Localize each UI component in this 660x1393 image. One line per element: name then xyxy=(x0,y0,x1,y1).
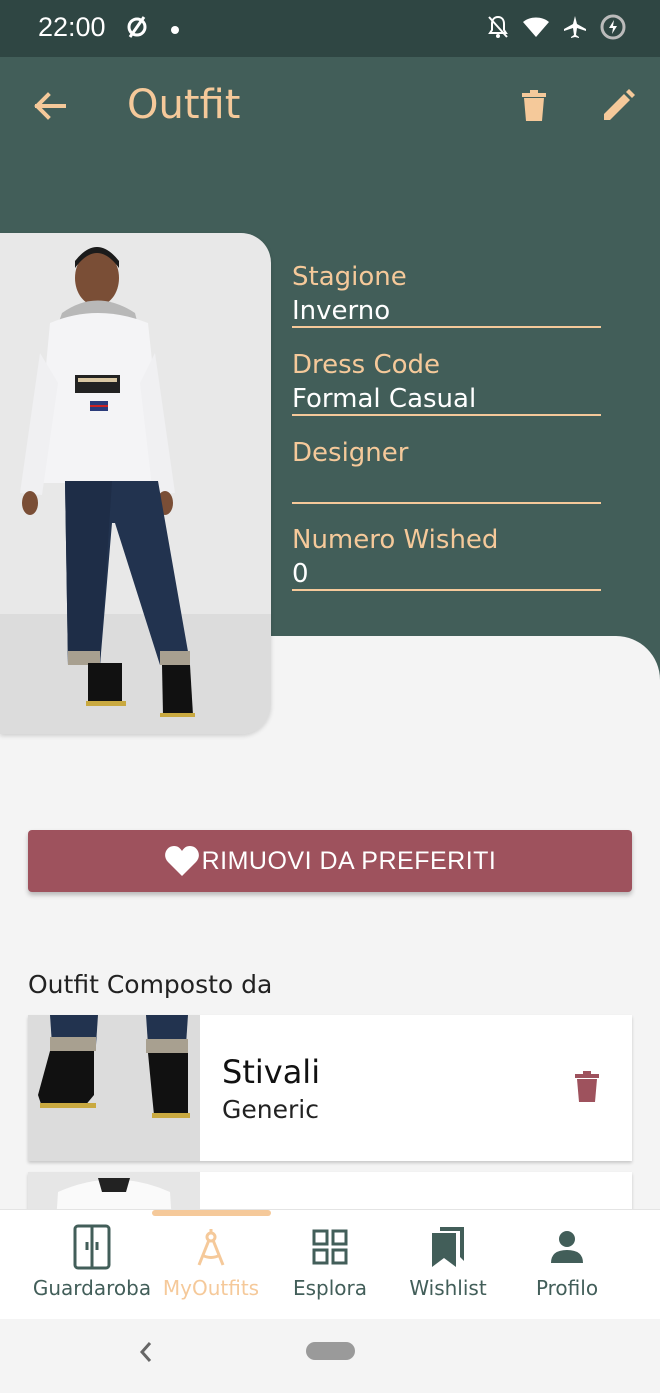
stagione-value: Inverno xyxy=(292,296,391,326)
model-illustration xyxy=(20,247,195,717)
arrow-left-icon xyxy=(34,92,66,124)
numero-wished-value: 0 xyxy=(292,559,309,589)
bottom-navigation: Guardaroba MyOutfits Esplora Wishlist Pr… xyxy=(0,1209,660,1319)
notification-dot-icon xyxy=(170,20,180,39)
person-icon xyxy=(545,1224,589,1270)
grid-icon xyxy=(308,1224,352,1270)
nav-item-wishlist[interactable]: Wishlist xyxy=(383,1224,513,1304)
numero-wished-label: Numero Wished xyxy=(292,525,499,555)
designer-field[interactable]: Designer xyxy=(292,438,601,504)
wifi-icon xyxy=(522,15,550,43)
item-name: Stivali xyxy=(222,1053,321,1091)
status-bar: 22:00 xyxy=(0,0,660,57)
wardrobe-icon xyxy=(70,1224,114,1270)
remove-favorite-label: RIMUOVI DA PREFERITI xyxy=(201,846,497,875)
composition-title: Outfit Composto da xyxy=(28,970,273,999)
bell-off-icon xyxy=(486,14,510,44)
item-thumbnail xyxy=(28,1015,200,1161)
item-brand: Generic xyxy=(222,1095,319,1124)
nav-label: Wishlist xyxy=(409,1276,487,1300)
battery-saver-icon xyxy=(600,14,626,44)
delete-outfit-button[interactable] xyxy=(514,86,554,130)
dress-code-label: Dress Code xyxy=(292,350,441,380)
outfit-photo xyxy=(0,233,271,734)
nav-label: MyOutfits xyxy=(162,1276,260,1300)
trash-icon xyxy=(574,1071,600,1107)
edit-outfit-button[interactable] xyxy=(598,86,638,130)
delete-item-button[interactable] xyxy=(568,1069,606,1109)
bookmarks-icon xyxy=(426,1224,470,1270)
nav-label: Esplora xyxy=(292,1276,368,1300)
page-title: Outfit xyxy=(127,82,241,128)
pencil-icon xyxy=(601,89,635,127)
back-button[interactable] xyxy=(30,86,70,130)
nav-item-profilo[interactable]: Profilo xyxy=(502,1224,632,1304)
remove-favorite-button[interactable]: RIMUOVI DA PREFERITI xyxy=(28,830,632,892)
trash-icon xyxy=(521,90,547,126)
dnd-off-icon xyxy=(124,14,150,44)
nav-item-guardaroba[interactable]: Guardaroba xyxy=(27,1224,157,1304)
numero-wished-field[interactable]: Numero Wished 0 xyxy=(292,525,601,591)
list-item[interactable]: Stivali Generic xyxy=(28,1015,632,1161)
nav-label: Profilo xyxy=(535,1276,599,1300)
active-tab-indicator xyxy=(152,1210,271,1216)
compass-icon xyxy=(189,1224,233,1270)
stagione-label: Stagione xyxy=(292,262,407,292)
nav-item-esplora[interactable]: Esplora xyxy=(265,1224,395,1304)
system-home-pill[interactable] xyxy=(306,1342,355,1360)
heart-icon xyxy=(164,845,200,877)
system-navigation-bar xyxy=(0,1319,660,1393)
status-time: 22:00 xyxy=(38,12,106,42)
dress-code-field[interactable]: Dress Code Formal Casual xyxy=(292,350,601,416)
system-back-button[interactable] xyxy=(134,1337,158,1367)
chevron-left-icon xyxy=(134,1342,158,1371)
nav-item-myoutfits[interactable]: MyOutfits xyxy=(146,1224,276,1304)
designer-label: Designer xyxy=(292,438,409,468)
nav-label: Guardaroba xyxy=(32,1276,152,1300)
stagione-field[interactable]: Stagione Inverno xyxy=(292,262,601,328)
airplane-icon xyxy=(562,14,588,44)
dress-code-value: Formal Casual xyxy=(292,384,477,414)
